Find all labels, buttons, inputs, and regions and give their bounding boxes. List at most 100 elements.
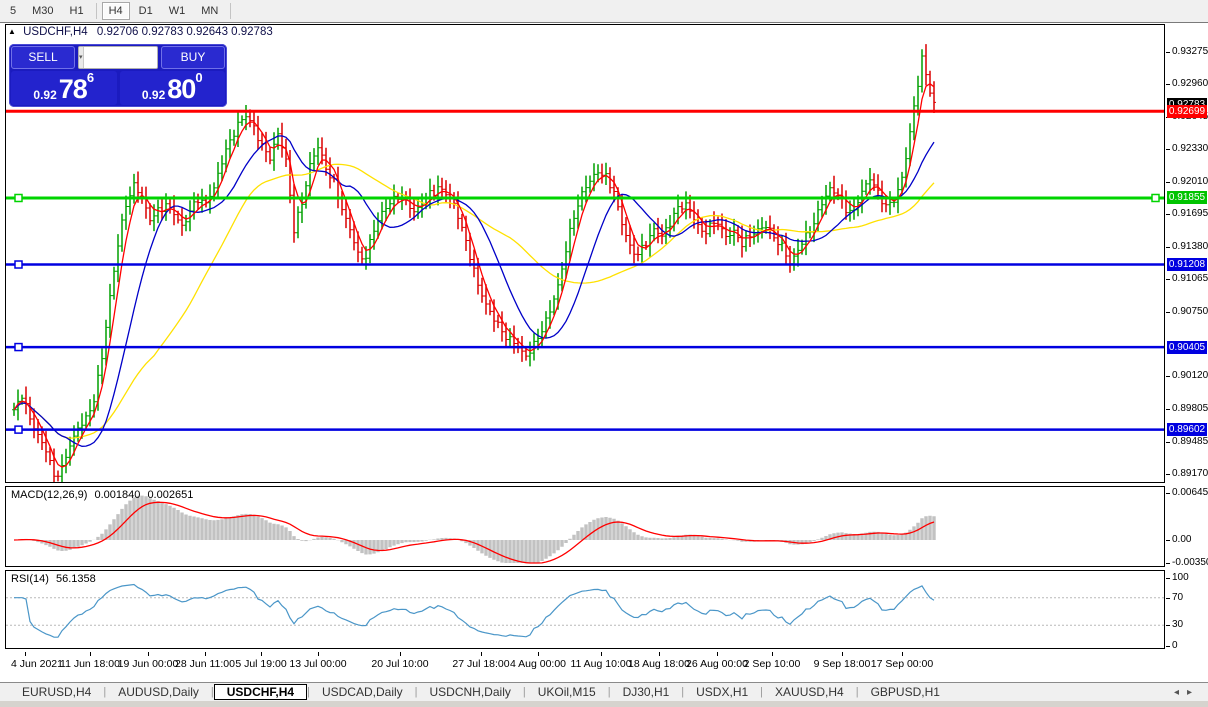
chart-tab-usdcnh[interactable]: USDCNH,Daily bbox=[418, 684, 523, 700]
time-axis-label: 11 Aug 10:00 bbox=[570, 658, 632, 670]
buy-price-pip: 0 bbox=[195, 70, 203, 85]
time-axis-label: 11 Jun 18:00 bbox=[60, 658, 120, 670]
volume-input[interactable] bbox=[82, 47, 157, 68]
chart-title-ohlc: 0.92706 0.92783 0.92643 0.92783 bbox=[96, 26, 273, 38]
moving-average-line bbox=[13, 163, 935, 439]
chart-tab-usdx[interactable]: USDX,H1 bbox=[684, 684, 760, 700]
buy-price-display[interactable]: 0.92 80 0 bbox=[119, 70, 225, 105]
rsi-line bbox=[14, 583, 935, 638]
axis-tick bbox=[1166, 563, 1170, 564]
timeframe-button-m30[interactable]: M30 bbox=[25, 2, 60, 20]
axis-tick bbox=[1166, 540, 1170, 541]
tab-scroll-arrows[interactable]: ◂▸ bbox=[1174, 687, 1200, 698]
rsi-tick-label: 30 bbox=[1172, 619, 1184, 630]
timeframe-button-w1[interactable]: W1 bbox=[162, 2, 193, 20]
time-axis-label: 4 Aug 00:00 bbox=[509, 658, 567, 670]
time-axis-label: 27 Jul 18:00 bbox=[452, 658, 510, 670]
rsi-tick-label: 0 bbox=[1172, 640, 1178, 651]
time-axis-label: 28 Jun 11:00 bbox=[175, 658, 235, 670]
price-tick-label: 0.92010 bbox=[1172, 176, 1208, 188]
axis-tick bbox=[1166, 149, 1170, 151]
time-axis-tick bbox=[205, 652, 206, 656]
axis-tick bbox=[1166, 625, 1170, 626]
timeframe-button-mn[interactable]: MN bbox=[194, 2, 225, 20]
axis-tick bbox=[1166, 376, 1170, 378]
sell-price-display[interactable]: 0.92 78 6 bbox=[11, 71, 117, 105]
axis-tick bbox=[1166, 279, 1170, 281]
time-axis-tick bbox=[400, 652, 401, 656]
rsi-label: RSI(14) 56.1358 bbox=[11, 573, 96, 585]
chart-tab-audusd[interactable]: AUDUSD,Daily bbox=[106, 684, 211, 700]
axis-tick bbox=[1166, 577, 1170, 579]
hline-price-tag: 0.91208 bbox=[1167, 258, 1207, 271]
chart-title: ▲ USDCHF,H4 0.92706 0.92783 0.92643 0.92… bbox=[8, 26, 273, 38]
chart-tab-bar: EURUSD,H4 | AUDUSD,Daily | USDCHF,H4 | USDCAD,… bbox=[0, 682, 1208, 701]
price-tick-label: 0.89805 bbox=[1172, 402, 1208, 414]
up-bar-ticks bbox=[12, 55, 924, 477]
time-axis-label: 4 Jun 2021 bbox=[11, 658, 63, 670]
macd-tick-label: 0.006451 bbox=[1172, 487, 1208, 498]
axis-tick bbox=[1166, 84, 1170, 86]
collapse-triangle-icon[interactable]: ▲ bbox=[8, 27, 16, 36]
volume-stepper: ▾ ▴ bbox=[78, 46, 158, 69]
macd-histogram bbox=[16, 495, 936, 563]
line-handle[interactable] bbox=[14, 193, 23, 203]
macd-tick-label: 0.00 bbox=[1172, 534, 1192, 545]
hline-price-tag: 0.90405 bbox=[1167, 340, 1207, 354]
line-handle[interactable] bbox=[1151, 193, 1160, 203]
sell-button[interactable]: SELL bbox=[11, 46, 75, 69]
rsi-indicator-panel[interactable]: RSI(14) 56.1358 bbox=[5, 570, 1165, 649]
timeframe-button-h1[interactable]: H1 bbox=[63, 2, 91, 20]
axis-tick bbox=[1166, 441, 1170, 443]
time-axis-tick bbox=[772, 652, 773, 656]
rsi-value: 56.1358 bbox=[55, 573, 96, 585]
hline-price-tag: 0.91855 bbox=[1167, 191, 1207, 205]
timeframe-button-5[interactable]: 5 bbox=[3, 2, 23, 20]
rsi-plot[interactable] bbox=[6, 571, 1164, 648]
hline-price-tag: 0.92699 bbox=[1167, 104, 1207, 118]
chart-title-symbol: USDCHF,H4 bbox=[23, 26, 88, 38]
time-axis-tick bbox=[659, 652, 660, 656]
price-tick-label: 0.93275 bbox=[1172, 46, 1208, 57]
chart-window: ▲ USDCHF,H4 0.92706 0.92783 0.92643 0.92… bbox=[0, 22, 1208, 682]
buy-price-big: 80 bbox=[167, 74, 196, 104]
price-tick-label: 0.91695 bbox=[1172, 208, 1208, 220]
axis-tick bbox=[1166, 474, 1170, 476]
price-tick-label: 0.90750 bbox=[1172, 305, 1208, 317]
moving-average-line bbox=[13, 135, 935, 447]
hline-price-tag: 0.89602 bbox=[1167, 423, 1207, 437]
time-axis-label: 26 Aug 00:00 bbox=[686, 658, 748, 670]
buy-button[interactable]: BUY bbox=[161, 46, 225, 69]
time-axis-tick bbox=[261, 652, 262, 656]
macd-value-main: 0.001840 bbox=[94, 489, 141, 501]
chart-tab-eurusd[interactable]: EURUSD,H4 bbox=[10, 684, 103, 700]
macd-indicator-panel[interactable]: MACD(12,26,9) 0.001840 0.002651 bbox=[5, 486, 1165, 567]
line-handle[interactable] bbox=[14, 260, 23, 269]
timeframe-button-h4[interactable]: H4 bbox=[101, 2, 130, 20]
time-axis-label: 17 Sep 00:00 bbox=[870, 658, 934, 670]
chart-tab-xauusd[interactable]: XAUUSD,H4 bbox=[763, 684, 856, 700]
chart-tab-gbpusd[interactable]: GBPUSD,H1 bbox=[859, 684, 952, 700]
time-axis-label: 2 Sep 10:00 bbox=[743, 658, 801, 670]
axis-tick bbox=[1166, 311, 1170, 313]
rsi-tick-label: 100 bbox=[1172, 571, 1189, 583]
price-tick-label: 0.91380 bbox=[1172, 240, 1208, 252]
macd-signal-line bbox=[13, 501, 935, 564]
price-tick-label: 0.91065 bbox=[1172, 273, 1208, 285]
axis-tick bbox=[1166, 246, 1170, 248]
chart-tab-usdchf[interactable]: USDCHF,H4 bbox=[213, 684, 308, 700]
axis-tick bbox=[1166, 52, 1170, 53]
chart-tab-ukoil[interactable]: UKOil,M15 bbox=[526, 684, 608, 700]
price-tick-label: 0.92330 bbox=[1172, 143, 1208, 155]
axis-tick bbox=[1166, 646, 1170, 647]
chart-tab-usdcad[interactable]: USDCAD,Daily bbox=[310, 684, 415, 700]
time-axis-tick bbox=[601, 652, 602, 656]
price-axis[interactable]: 0.932750.929600.926450.923300.920100.916… bbox=[1166, 23, 1208, 683]
time-axis-label: 9 Sep 18:00 bbox=[813, 658, 871, 670]
timeframe-button-d1[interactable]: D1 bbox=[132, 2, 160, 20]
line-handle[interactable] bbox=[14, 342, 23, 352]
price-tick-label: 0.90120 bbox=[1172, 370, 1208, 382]
time-axis[interactable]: 4 Jun 2021 11 Jun 18:00 19 Jun 00:00 28 Jun… bbox=[5, 652, 1165, 682]
chart-tab-dj30[interactable]: DJ30,H1 bbox=[611, 684, 682, 700]
line-handle[interactable] bbox=[14, 425, 23, 434]
